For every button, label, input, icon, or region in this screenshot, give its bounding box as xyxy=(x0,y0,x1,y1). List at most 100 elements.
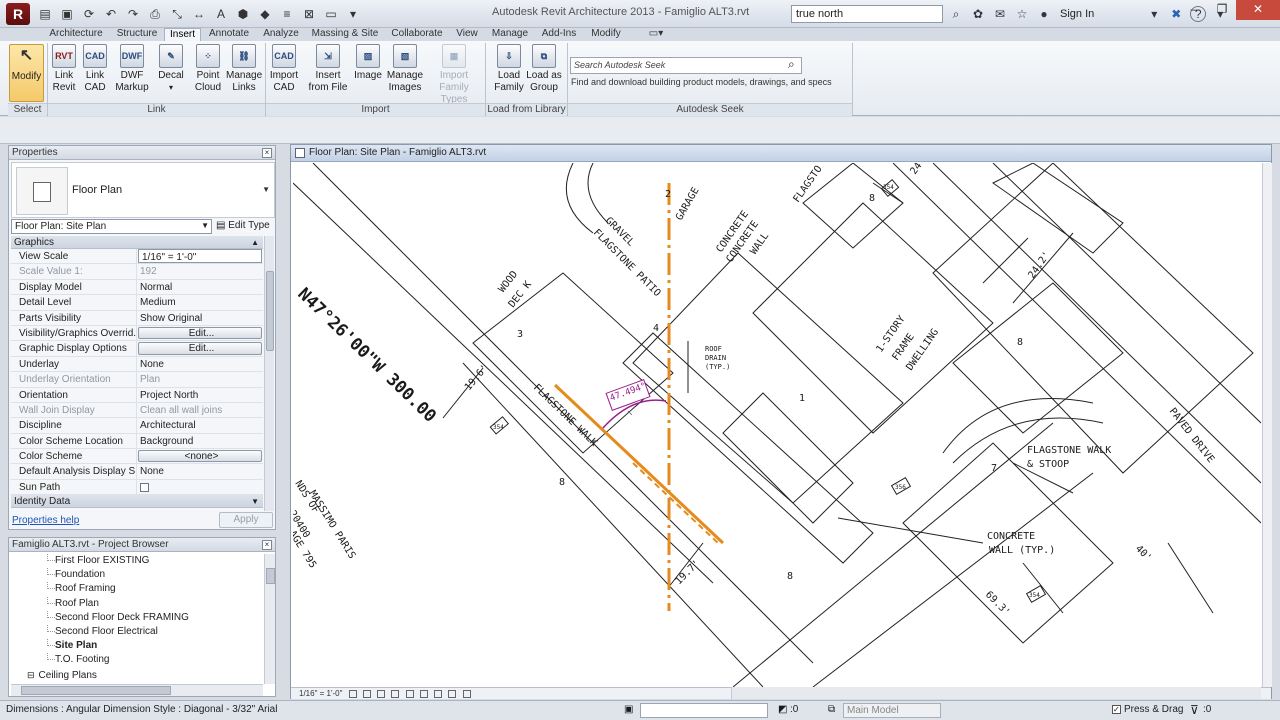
tree-item[interactable]: Roof Plan xyxy=(11,596,263,611)
instance-filter-select[interactable]: Floor Plan: Site Plan ▼ xyxy=(11,219,212,234)
communication-icon[interactable]: ✉ xyxy=(992,5,1008,23)
group-header-graphics[interactable]: Graphics ▲ xyxy=(11,236,263,249)
panel-label-select[interactable]: Select xyxy=(8,103,47,116)
property-value[interactable]: Medium xyxy=(137,295,263,309)
section-icon[interactable]: ◆ xyxy=(256,4,274,24)
seek-search-icon[interactable]: ⌕ xyxy=(788,57,795,72)
edit-type-button[interactable]: ▤ Edit Type xyxy=(216,219,276,234)
redo-icon[interactable]: ↷ xyxy=(124,4,142,24)
tree-item[interactable]: First Floor EXISTING xyxy=(11,554,263,568)
manage-links-button[interactable]: ⛓ Manage Links xyxy=(226,44,262,102)
graphic-display-edit-button[interactable]: Edit... xyxy=(138,342,262,355)
property-value[interactable]: Background xyxy=(137,434,263,448)
tree-item[interactable]: ⊟ Ceiling Plans xyxy=(11,668,263,682)
close-hidden-icon[interactable]: ⊠ xyxy=(300,4,318,24)
browser-vertical-scrollbar[interactable] xyxy=(264,554,275,684)
ribbon-minimize-icon[interactable]: ▭▾ xyxy=(645,28,667,41)
binoculars-icon[interactable]: ⌕ xyxy=(948,5,964,23)
chevron-down-icon[interactable]: ▼ xyxy=(262,185,270,194)
checkbox-icon[interactable]: ✓ xyxy=(1112,705,1121,714)
tree-item-active[interactable]: Site Plan xyxy=(11,639,263,653)
open-icon[interactable]: ▤ xyxy=(36,4,54,24)
load-as-group-button[interactable]: ⧉ Load as Group xyxy=(526,44,562,102)
design-options-icon[interactable]: ⧉ xyxy=(828,704,835,715)
view-scale-input[interactable]: 1/16" = 1'-0" xyxy=(138,249,262,264)
qat-dropdown-icon[interactable]: ▾ xyxy=(344,4,362,24)
measure-icon[interactable]: ⤡ xyxy=(168,4,186,24)
link-revit-button[interactable]: RVT Link Revit xyxy=(50,44,78,102)
signin-dropdown-icon[interactable]: ▾ xyxy=(1146,5,1162,23)
tree-item[interactable]: Second Floor Deck FRAMING xyxy=(11,610,263,625)
drawing-canvas[interactable]: N47°26'00"W 300.00 GRAVEL FLAGSTONE PATI… xyxy=(293,163,1261,687)
close-icon[interactable]: × xyxy=(262,540,272,550)
tab-manage[interactable]: Manage xyxy=(487,28,533,41)
view-vertical-scrollbar[interactable] xyxy=(1262,163,1272,687)
tag-icon[interactable]: A xyxy=(212,4,230,24)
link-cad-button[interactable]: CAD Link CAD xyxy=(81,44,109,102)
tab-analyze[interactable]: Analyze xyxy=(259,28,303,41)
analysis-display-icon[interactable] xyxy=(462,689,471,698)
reveal-hidden-icon[interactable] xyxy=(448,689,457,698)
browser-horizontal-scrollbar[interactable] xyxy=(11,684,263,696)
color-scheme-button[interactable]: <none> xyxy=(138,450,262,463)
tree-item[interactable]: T.O. Footing xyxy=(11,653,263,667)
load-family-button[interactable]: ⇩ Load Family xyxy=(492,44,526,102)
sync-icon[interactable]: ⟳ xyxy=(80,4,98,24)
show-crop-icon[interactable] xyxy=(419,689,428,698)
press-drag-toggle[interactable]: Press & Drag xyxy=(1124,704,1183,715)
undo-icon[interactable]: ↶ xyxy=(102,4,120,24)
sign-in-link[interactable]: Sign In xyxy=(1060,8,1094,20)
tab-structure[interactable]: Structure xyxy=(111,28,163,41)
image-button[interactable]: ▨ Image xyxy=(352,44,384,102)
worksets-icon[interactable]: ▣ xyxy=(624,704,633,715)
temporary-hide-icon[interactable] xyxy=(434,689,443,698)
application-menu-button[interactable]: R xyxy=(6,3,30,25)
favorites-star-icon[interactable]: ☆ xyxy=(1014,5,1030,23)
view-scale-control[interactable]: 1/16" = 1'-0" xyxy=(299,689,342,698)
view-horizontal-scrollbar[interactable] xyxy=(731,687,1261,699)
tab-view[interactable]: View xyxy=(452,28,482,41)
sun-path-icon[interactable] xyxy=(377,689,386,698)
close-icon[interactable]: × xyxy=(262,148,272,158)
dimension-icon[interactable]: ↔ xyxy=(190,4,208,24)
insert-from-file-button[interactable]: ⇲ Insert from File xyxy=(306,44,350,102)
modify-button[interactable]: ↖ Modify xyxy=(9,44,44,102)
group-header-identity[interactable]: Identity Data ▼ xyxy=(11,495,263,509)
decal-button[interactable]: ✎ Decal ▾ xyxy=(156,44,186,102)
tree-item[interactable]: Roof Framing xyxy=(11,582,263,596)
tab-architecture[interactable]: Architecture xyxy=(45,28,107,41)
point-cloud-button[interactable]: ⁘ Point Cloud xyxy=(192,44,224,102)
detail-level-icon[interactable] xyxy=(348,689,357,698)
thin-lines-icon[interactable]: ≡ xyxy=(278,4,296,24)
type-selector[interactable]: Floor Plan ▼ xyxy=(11,162,275,218)
subscription-icon[interactable]: ✿ xyxy=(970,5,986,23)
import-cad-button[interactable]: CAD Import CAD xyxy=(267,44,301,102)
3d-view-icon[interactable]: ⬢ xyxy=(234,4,252,24)
design-option-select[interactable]: Main Model xyxy=(843,703,941,718)
switch-windows-icon[interactable]: ▭ xyxy=(322,4,340,24)
restore-icon[interactable]: ❐ xyxy=(1208,0,1236,20)
crop-view-icon[interactable] xyxy=(405,689,414,698)
tree-item[interactable]: Second Floor Electrical xyxy=(11,624,263,639)
tab-collaborate[interactable]: Collaborate xyxy=(386,28,448,41)
print-icon[interactable]: ⎙ xyxy=(146,4,164,24)
expand-icon[interactable]: ⊟ xyxy=(27,670,35,680)
visual-style-icon[interactable] xyxy=(362,689,371,698)
tree-item[interactable]: Foundation xyxy=(11,568,263,582)
infocenter-search-input[interactable]: true north xyxy=(791,5,943,23)
properties-scrollbar[interactable] xyxy=(264,236,274,511)
tab-modify[interactable]: Modify xyxy=(585,28,627,41)
property-value[interactable]: Architectural xyxy=(137,418,263,432)
editable-icon[interactable]: ◩ xyxy=(778,704,787,715)
properties-help-link[interactable]: Properties help xyxy=(12,515,79,526)
vg-edit-button[interactable]: Edit... xyxy=(138,326,262,340)
close-icon[interactable]: ✕ xyxy=(1236,0,1280,20)
property-value[interactable]: Project North xyxy=(137,388,263,402)
property-value[interactable]: Normal xyxy=(137,280,263,294)
property-value[interactable]: None xyxy=(137,464,263,478)
tab-insert[interactable]: Insert xyxy=(164,28,201,41)
manage-images-button[interactable]: ▧ Manage Images xyxy=(386,44,424,102)
minimize-icon[interactable]: – xyxy=(1180,0,1208,20)
decal-dropdown-icon[interactable]: ▾ xyxy=(156,82,186,94)
filter-icon[interactable]: ⊽ xyxy=(1190,703,1199,717)
